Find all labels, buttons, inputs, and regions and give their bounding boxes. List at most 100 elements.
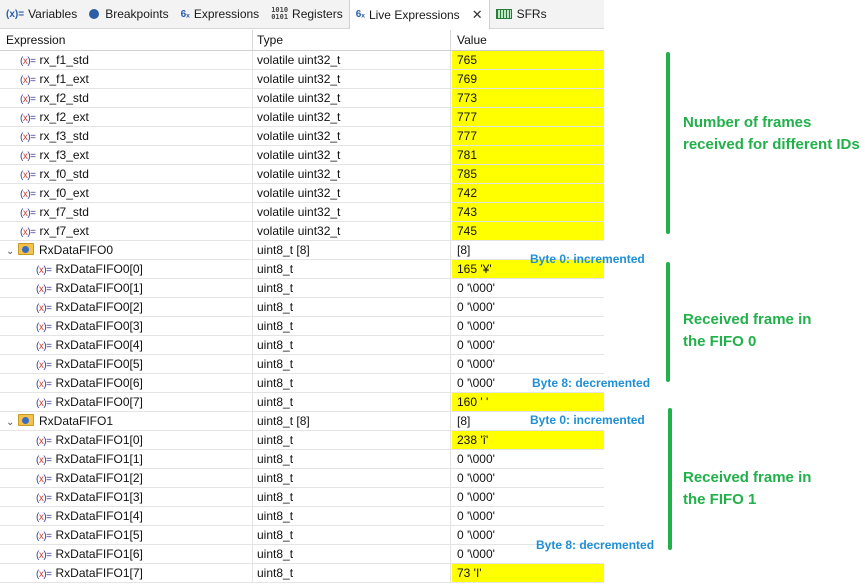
tab-sfrs[interactable]: SFRs bbox=[490, 0, 553, 28]
table-row[interactable]: (x)= RxDataFIFO1[2] uint8_t 0 '\000' bbox=[0, 469, 604, 488]
expression-name: RxDataFIFO1 bbox=[39, 414, 114, 428]
table-row[interactable]: (x)= rx_f2_ext volatile uint32_t 777 bbox=[0, 108, 604, 127]
cell-divider bbox=[450, 279, 451, 297]
table-row[interactable]: (x)= rx_f3_std volatile uint32_t 777 bbox=[0, 127, 604, 146]
expression-cell: (x)= RxDataFIFO0[3] bbox=[36, 317, 143, 335]
cell-divider bbox=[450, 146, 451, 164]
value-cell[interactable]: 785 bbox=[452, 165, 604, 183]
table-row[interactable]: (x)= RxDataFIFO1[7] uint8_t 73 'I' bbox=[0, 564, 604, 583]
type-cell: uint8_t bbox=[257, 281, 294, 295]
table-row[interactable]: (x)= RxDataFIFO0[4] uint8_t 0 '\000' bbox=[0, 336, 604, 355]
cell-divider bbox=[252, 374, 253, 392]
expression-name: RxDataFIFO0 bbox=[39, 243, 114, 257]
table-row[interactable]: (x)= rx_f7_std volatile uint32_t 743 bbox=[0, 203, 604, 222]
tab-expressions[interactable]: 6ₓ Expressions bbox=[175, 0, 266, 28]
expression-name: RxDataFIFO0[1] bbox=[55, 281, 143, 295]
table-row[interactable]: (x)= RxDataFIFO1[1] uint8_t 0 '\000' bbox=[0, 450, 604, 469]
value-cell[interactable]: 777 bbox=[452, 127, 604, 145]
value-cell[interactable]: 0 '\000' bbox=[452, 488, 604, 506]
value-cell[interactable]: 0 '\000' bbox=[452, 507, 604, 525]
cell-divider bbox=[450, 355, 451, 373]
cell-divider bbox=[252, 51, 253, 69]
close-icon[interactable]: ✕ bbox=[472, 7, 483, 23]
value-cell[interactable]: 742 bbox=[452, 184, 604, 202]
expression-name: RxDataFIFO0[0] bbox=[55, 262, 143, 276]
table-row[interactable]: (x)= rx_f1_std volatile uint32_t 765 bbox=[0, 51, 604, 70]
tab-registers[interactable]: 1010 0101 Registers bbox=[265, 0, 349, 28]
expression-cell: (x)= RxDataFIFO0[0] bbox=[36, 260, 143, 278]
expression-cell: (x)= RxDataFIFO0[2] bbox=[36, 298, 143, 316]
value-cell[interactable]: 0 '\000' bbox=[452, 279, 604, 297]
tab-label: Live Expressions bbox=[368, 7, 460, 22]
type-cell: uint8_t bbox=[257, 566, 294, 580]
fifo1-byte0-note: Byte 0: incremented bbox=[530, 413, 645, 427]
table-row[interactable]: (x)= RxDataFIFO0[6] uint8_t 0 '\000' bbox=[0, 374, 604, 393]
table-row[interactable]: (x)= RxDataFIFO0[7] uint8_t 160 ' ' bbox=[0, 393, 604, 412]
expression-cell: (x)= RxDataFIFO1[3] bbox=[36, 488, 143, 506]
tab-live-expressions[interactable]: 6ₓ Live Expressions ✕ bbox=[348, 0, 490, 29]
table-row[interactable]: (x)= RxDataFIFO0[3] uint8_t 0 '\000' bbox=[0, 317, 604, 336]
variable-icon: (x)= bbox=[36, 265, 52, 276]
value-cell[interactable]: 745 bbox=[452, 222, 604, 240]
tree-parent-row[interactable]: ⌄ RxDataFIFO1 uint8_t [8] [8] bbox=[0, 412, 604, 431]
value-cell[interactable]: 0 '\000' bbox=[452, 298, 604, 316]
table-row[interactable]: (x)= rx_f3_ext volatile uint32_t 781 bbox=[0, 146, 604, 165]
table-row[interactable]: (x)= RxDataFIFO1[5] uint8_t 0 '\000' bbox=[0, 526, 604, 545]
chevron-down-icon[interactable]: ⌄ bbox=[6, 243, 18, 261]
table-row[interactable]: (x)= RxDataFIFO1[4] uint8_t 0 '\000' bbox=[0, 507, 604, 526]
variable-icon: (x)= bbox=[20, 227, 36, 238]
cell-divider bbox=[252, 507, 253, 525]
value-cell[interactable]: 0 '\000' bbox=[452, 450, 604, 468]
column-divider[interactable] bbox=[450, 30, 451, 50]
value-cell[interactable]: 743 bbox=[452, 203, 604, 221]
type-cell: uint8_t bbox=[257, 509, 294, 523]
column-divider[interactable] bbox=[252, 30, 253, 50]
value-cell[interactable]: 777 bbox=[452, 108, 604, 126]
column-header-type[interactable]: Type bbox=[257, 33, 283, 47]
value-cell[interactable]: 238 'î' bbox=[452, 431, 604, 449]
type-cell: volatile uint32_t bbox=[257, 53, 341, 67]
chevron-down-icon[interactable]: ⌄ bbox=[6, 414, 18, 432]
cell-divider bbox=[450, 374, 451, 392]
table-row[interactable]: (x)= RxDataFIFO1[0] uint8_t 238 'î' bbox=[0, 431, 604, 450]
table-row[interactable]: (x)= rx_f7_ext volatile uint32_t 745 bbox=[0, 222, 604, 241]
expression-cell: (x)= RxDataFIFO1[2] bbox=[36, 469, 143, 487]
table-row[interactable]: (x)= rx_f0_std volatile uint32_t 785 bbox=[0, 165, 604, 184]
tab-label: Expressions bbox=[193, 7, 260, 21]
variable-icon: (x)= bbox=[36, 569, 52, 580]
table-row[interactable]: (x)= RxDataFIFO0[5] uint8_t 0 '\000' bbox=[0, 355, 604, 374]
table-row[interactable]: (x)= RxDataFIFO0[2] uint8_t 0 '\000' bbox=[0, 298, 604, 317]
tab-breakpoints[interactable]: Breakpoints bbox=[83, 0, 174, 28]
array-icon bbox=[18, 414, 34, 426]
cell-divider bbox=[252, 298, 253, 316]
table-row[interactable]: (x)= RxDataFIFO0[0] uint8_t 165 '¥' bbox=[0, 260, 604, 279]
table-row[interactable]: (x)= rx_f2_std volatile uint32_t 773 bbox=[0, 89, 604, 108]
value-cell[interactable]: 765 bbox=[452, 51, 604, 69]
value-cell[interactable]: 0 '\000' bbox=[452, 336, 604, 354]
value-cell[interactable]: 773 bbox=[452, 89, 604, 107]
expression-name: rx_f1_std bbox=[39, 53, 89, 67]
value-cell[interactable]: 73 'I' bbox=[452, 564, 604, 582]
tab-variables[interactable]: (x)= Variables bbox=[0, 0, 83, 28]
value-cell[interactable]: 0 '\000' bbox=[452, 317, 604, 335]
table-row[interactable]: (x)= RxDataFIFO1[6] uint8_t 0 '\000' bbox=[0, 545, 604, 564]
cell-divider bbox=[252, 450, 253, 468]
cell-divider bbox=[252, 279, 253, 297]
column-header-expression[interactable]: Expression bbox=[6, 33, 65, 47]
table-row[interactable]: (x)= RxDataFIFO1[3] uint8_t 0 '\000' bbox=[0, 488, 604, 507]
table-row[interactable]: (x)= RxDataFIFO0[1] uint8_t 0 '\000' bbox=[0, 279, 604, 298]
column-header-value[interactable]: Value bbox=[457, 33, 487, 47]
table-row[interactable]: (x)= rx_f0_ext volatile uint32_t 742 bbox=[0, 184, 604, 203]
value-cell[interactable]: 769 bbox=[452, 70, 604, 88]
value-cell[interactable]: 160 ' ' bbox=[452, 393, 604, 411]
table-row[interactable]: (x)= rx_f1_ext volatile uint32_t 769 bbox=[0, 70, 604, 89]
cell-divider bbox=[252, 393, 253, 411]
cell-divider bbox=[252, 260, 253, 278]
expression-name: rx_f3_std bbox=[39, 129, 89, 143]
type-cell: uint8_t bbox=[257, 319, 294, 333]
value-cell[interactable]: 781 bbox=[452, 146, 604, 164]
value-cell[interactable]: 0 '\000' bbox=[452, 469, 604, 487]
expression-cell: (x)= RxDataFIFO0[7] bbox=[36, 393, 143, 411]
tree-parent-row[interactable]: ⌄ RxDataFIFO0 uint8_t [8] [8] bbox=[0, 241, 604, 260]
value-cell[interactable]: 0 '\000' bbox=[452, 355, 604, 373]
